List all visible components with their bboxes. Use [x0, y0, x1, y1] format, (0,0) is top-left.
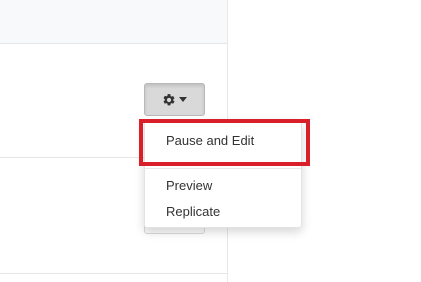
settings-dropdown-menu: Pause and Edit Preview Replicate — [144, 120, 302, 228]
settings-dropdown-button[interactable] — [144, 83, 205, 116]
panel-header — [0, 0, 227, 44]
gear-icon — [162, 93, 176, 107]
menu-item-replicate[interactable]: Replicate — [166, 204, 220, 220]
caret-down-icon — [179, 97, 187, 102]
menu-item-pause-and-edit[interactable]: Pause and Edit — [166, 133, 254, 149]
menu-divider — [145, 168, 301, 169]
row-divider — [0, 273, 227, 274]
menu-item-preview[interactable]: Preview — [166, 178, 212, 194]
